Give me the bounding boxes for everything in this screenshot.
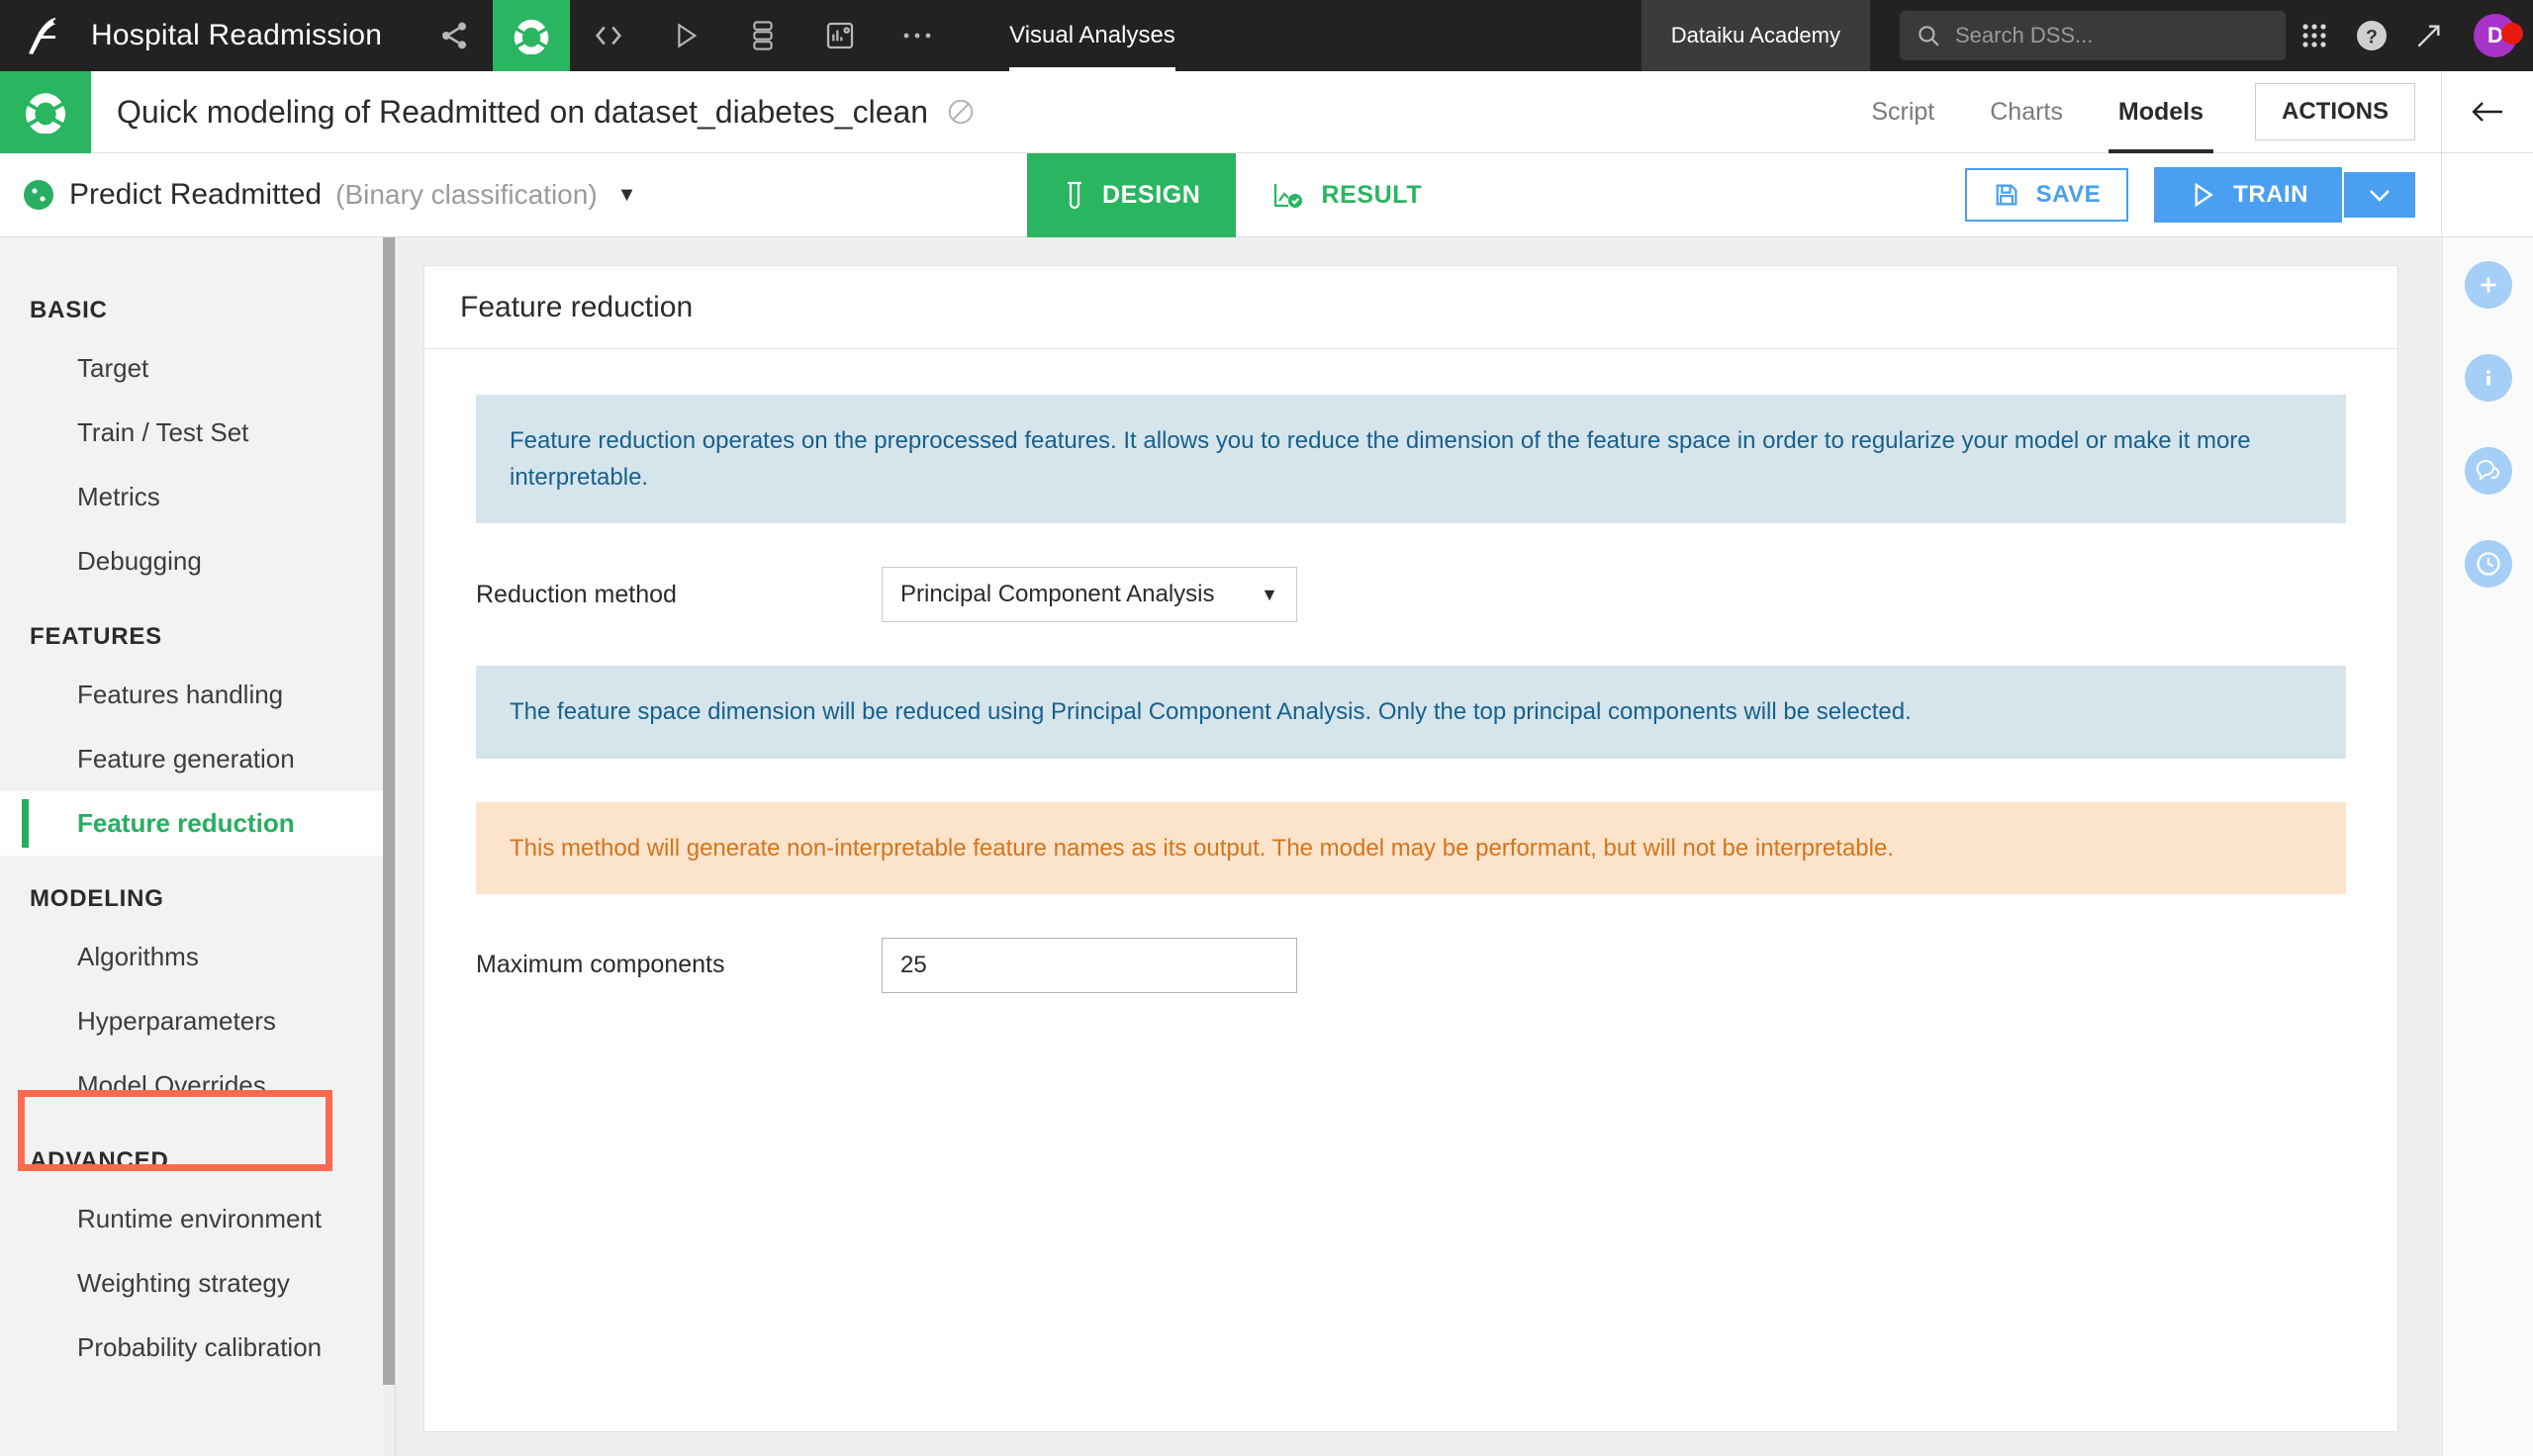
code-icon[interactable]	[570, 0, 647, 71]
reduction-method-value: Principal Component Analysis	[900, 581, 1215, 608]
feature-reduction-panel: Feature reduction Feature reduction oper…	[423, 265, 2398, 1432]
panel-title: Feature reduction	[460, 290, 694, 323]
tab-design[interactable]: DESIGN	[1027, 153, 1237, 237]
history-icon[interactable]	[2464, 540, 2512, 588]
sidebar-item-model-overrides[interactable]: Model Overrides	[0, 1053, 395, 1118]
reduction-method-row: Reduction method Principal Component Ana…	[476, 567, 2346, 623]
tab-design-label: DESIGN	[1102, 181, 1201, 209]
search-input[interactable]: Search DSS...	[1900, 11, 2286, 60]
main-content: Feature reduction Feature reduction oper…	[396, 237, 2442, 1456]
info-banner-feature-reduction: Feature reduction operates on the prepro…	[476, 395, 2346, 524]
max-components-input[interactable]: 25	[882, 937, 1297, 993]
sidebar-group-features: FEATURES	[30, 623, 162, 650]
run-play-icon[interactable]	[647, 0, 724, 71]
reduction-method-select[interactable]: Principal Component Analysis ▼	[882, 567, 1297, 623]
project-title[interactable]: Hospital Readmission	[91, 19, 382, 52]
avatar[interactable]: D	[2458, 14, 2533, 57]
notification-badge	[2501, 23, 2523, 45]
nav-section-visual-analyses[interactable]: Visual Analyses	[999, 0, 1185, 71]
design-sidebar: BASIC Target Train / Test Set Metrics De…	[0, 237, 396, 1456]
sidebar-group-modeling: MODELING	[30, 885, 164, 912]
max-components-row: Maximum components 25	[476, 937, 2346, 993]
top-navigation-bar: Hospital Readmission Visual Analyses Dat…	[0, 0, 2533, 71]
test-tube-icon	[1068, 181, 1081, 209]
no-sync-icon[interactable]	[946, 97, 976, 127]
tab-models[interactable]: Models	[2091, 71, 2231, 153]
tab-result-label: RESULT	[1321, 181, 1423, 209]
apps-grid-icon[interactable]	[2286, 21, 2343, 50]
jobs-stack-icon[interactable]	[724, 0, 801, 71]
info-banner-pca: The feature space dimension will be redu…	[476, 666, 2346, 759]
content-area: BASIC Target Train / Test Set Metrics De…	[0, 237, 2533, 1456]
back-arrow-icon[interactable]	[2442, 71, 2533, 153]
sidebar-item-hyperparameters[interactable]: Hyperparameters	[0, 989, 395, 1053]
model-type: (Binary classification)	[335, 179, 598, 210]
save-disk-icon	[1996, 184, 2017, 206]
sidebar-item-debugging[interactable]: Debugging	[0, 529, 395, 593]
panel-header: Feature reduction	[424, 266, 2397, 349]
chevron-down-icon: ▼	[1261, 584, 1278, 604]
tab-charts[interactable]: Charts	[1962, 71, 2091, 153]
sidebar-item-feature-reduction[interactable]: Feature reduction	[0, 791, 395, 856]
sidebar-item-train-test-set[interactable]: Train / Test Set	[0, 401, 395, 465]
panel-body: Feature reduction operates on the prepro…	[424, 349, 2397, 993]
reduction-method-label: Reduction method	[476, 580, 677, 608]
dataiku-bird-logo-icon[interactable]	[0, 0, 91, 71]
sidebar-item-algorithms[interactable]: Algorithms	[0, 925, 395, 989]
save-label: SAVE	[2035, 181, 2102, 208]
sidebar-item-runtime-environment[interactable]: Runtime environment	[0, 1187, 395, 1251]
save-button[interactable]: SAVE	[1964, 168, 2129, 222]
lab-badge-icon	[0, 70, 91, 153]
train-dropdown-button[interactable]	[2344, 172, 2415, 218]
more-ellipsis-icon[interactable]	[879, 0, 956, 71]
play-icon	[2195, 182, 2214, 208]
dashboard-icon[interactable]	[801, 0, 879, 71]
lab-icon[interactable]	[493, 0, 571, 71]
chevron-down-icon[interactable]: ▼	[617, 184, 637, 207]
analysis-header: Quick modeling of Readmitted on dataset_…	[0, 70, 2533, 153]
right-rail	[2442, 237, 2533, 1456]
sidebar-item-features-handling[interactable]: Features handling	[0, 663, 395, 727]
result-chart-check-icon	[1274, 183, 1303, 208]
svg-text:?: ?	[2366, 27, 2378, 48]
discussions-icon[interactable]	[2464, 447, 2512, 495]
warning-banner-non-interpretable: This method will generate non-interpreta…	[476, 801, 2346, 894]
model-toolbar: Predict Readmitted (Binary classificatio…	[0, 152, 2533, 237]
sidebar-item-weighting-strategy[interactable]: Weighting strategy	[0, 1251, 395, 1316]
sidebar-item-metrics[interactable]: Metrics	[0, 465, 395, 529]
sidebar-scrollbar[interactable]	[383, 237, 395, 1456]
add-icon[interactable]	[2464, 261, 2512, 309]
flow-share-icon[interactable]	[416, 0, 493, 71]
design-result-tabs: DESIGN RESULT	[1027, 153, 1457, 237]
actions-button[interactable]: ACTIONS	[2255, 83, 2415, 140]
model-selector[interactable]: Predict Readmitted (Binary classificatio…	[22, 178, 636, 212]
search-placeholder-text: Search DSS...	[1955, 23, 2094, 47]
train-button[interactable]: TRAIN	[2154, 167, 2342, 223]
page-title: Quick modeling of Readmitted on dataset_…	[117, 93, 929, 130]
max-components-label: Maximum components	[476, 951, 725, 979]
chevron-down-icon	[2370, 190, 2390, 202]
sidebar-item-feature-generation[interactable]: Feature generation	[0, 727, 395, 791]
max-components-value: 25	[900, 951, 927, 978]
trending-icon[interactable]	[2400, 20, 2458, 51]
academy-chip[interactable]: Dataiku Academy	[1641, 0, 1870, 71]
model-name: Predict Readmitted	[69, 178, 323, 211]
model-status-icon	[24, 180, 53, 210]
info-icon[interactable]	[2464, 354, 2512, 402]
train-label: TRAIN	[2233, 181, 2308, 208]
sidebar-group-advanced: ADVANCED	[30, 1147, 169, 1174]
toolbar-divider	[2441, 152, 2442, 237]
search-icon	[1919, 26, 1939, 46]
tab-result[interactable]: RESULT	[1236, 153, 1457, 237]
sidebar-scrollbar-thumb[interactable]	[383, 237, 395, 1385]
sidebar-item-probability-calibration[interactable]: Probability calibration	[0, 1316, 395, 1380]
sidebar-item-target[interactable]: Target	[0, 336, 395, 401]
tab-script[interactable]: Script	[1843, 71, 1962, 153]
help-icon[interactable]: ?	[2343, 18, 2400, 53]
sidebar-group-basic: BASIC	[30, 297, 108, 323]
